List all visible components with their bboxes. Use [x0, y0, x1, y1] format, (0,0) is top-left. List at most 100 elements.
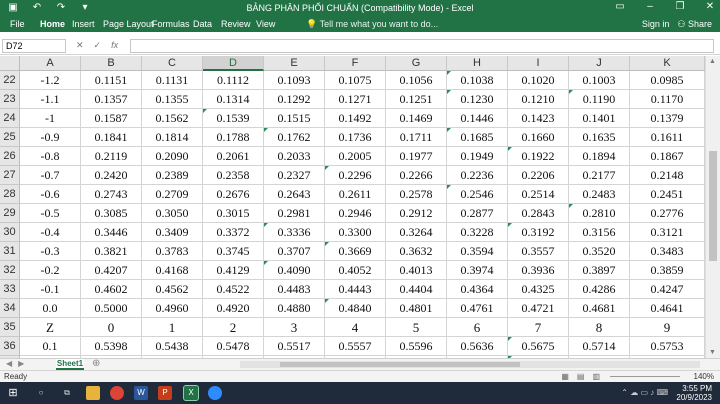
- table-cell[interactable]: 0.1056: [386, 71, 447, 90]
- table-cell[interactable]: -0.5: [20, 204, 81, 223]
- row-header[interactable]: 26: [0, 147, 20, 166]
- column-header-i[interactable]: I: [508, 56, 569, 71]
- normal-view-icon[interactable]: ▦: [561, 372, 569, 381]
- table-cell[interactable]: -0.2: [20, 261, 81, 280]
- row-header[interactable]: 33: [0, 280, 20, 299]
- select-all-corner[interactable]: [0, 56, 20, 71]
- table-cell[interactable]: 0.4522: [203, 280, 264, 299]
- table-cell[interactable]: 0.4840: [325, 299, 386, 318]
- table-cell[interactable]: 0.3015: [203, 204, 264, 223]
- table-cell[interactable]: 0.5675: [508, 337, 569, 356]
- table-cell[interactable]: 0.2148: [630, 166, 705, 185]
- powerpoint-icon[interactable]: P: [158, 386, 172, 400]
- table-cell[interactable]: 0.1151: [81, 71, 142, 90]
- table-cell[interactable]: 0.4641: [630, 299, 705, 318]
- table-cell[interactable]: 0.1292: [264, 90, 325, 109]
- table-cell[interactable]: 0.5000: [81, 299, 142, 318]
- table-cell[interactable]: 0.1977: [386, 147, 447, 166]
- table-cell[interactable]: 5: [386, 318, 447, 337]
- table-cell[interactable]: 0.5517: [264, 337, 325, 356]
- table-cell[interactable]: 0.4483: [264, 280, 325, 299]
- table-cell[interactable]: 0.2912: [386, 204, 447, 223]
- vertical-scrollbar[interactable]: ▲ ▼: [705, 56, 720, 358]
- table-cell[interactable]: 0.0: [20, 299, 81, 318]
- tab-insert[interactable]: Insert: [72, 19, 95, 29]
- insert-function-icon[interactable]: fx: [111, 40, 118, 51]
- vertical-scroll-thumb[interactable]: [709, 151, 717, 261]
- table-cell[interactable]: 0.1469: [386, 109, 447, 128]
- table-cell[interactable]: 0.3336: [264, 223, 325, 242]
- table-cell[interactable]: 0.1379: [630, 109, 705, 128]
- table-cell[interactable]: 0.4681: [569, 299, 630, 318]
- table-cell[interactable]: 0.1170: [630, 90, 705, 109]
- table-cell[interactable]: 0.2709: [142, 185, 203, 204]
- search-icon[interactable]: ○: [34, 386, 48, 400]
- tab-formulas[interactable]: Formulas: [152, 19, 190, 29]
- table-cell[interactable]: 0.4286: [569, 280, 630, 299]
- sheet-tab-sheet1[interactable]: Sheet1: [56, 359, 84, 370]
- table-cell[interactable]: 0.2327: [264, 166, 325, 185]
- task-view-icon[interactable]: ⧉: [60, 386, 74, 400]
- table-cell[interactable]: 0.2033: [264, 147, 325, 166]
- table-cell[interactable]: 0.1355: [142, 90, 203, 109]
- table-cell[interactable]: 0.3446: [81, 223, 142, 242]
- page-layout-view-icon[interactable]: ▤: [577, 372, 585, 381]
- table-cell[interactable]: 0.4880: [264, 299, 325, 318]
- table-cell[interactable]: 0.2090: [142, 147, 203, 166]
- table-cell[interactable]: 0.1314: [203, 90, 264, 109]
- table-cell[interactable]: 8: [569, 318, 630, 337]
- row-header[interactable]: 31: [0, 242, 20, 261]
- table-cell[interactable]: 0.4247: [630, 280, 705, 299]
- column-header-f[interactable]: F: [325, 56, 386, 71]
- table-cell[interactable]: 0.3707: [264, 242, 325, 261]
- table-cell[interactable]: 0.5438: [142, 337, 203, 356]
- table-cell[interactable]: 0.1949: [447, 147, 508, 166]
- table-cell[interactable]: 0.3859: [630, 261, 705, 280]
- word-icon[interactable]: W: [134, 386, 148, 400]
- column-header-b[interactable]: B: [81, 56, 142, 71]
- table-cell[interactable]: 0.3050: [142, 204, 203, 223]
- table-cell[interactable]: 0.1562: [142, 109, 203, 128]
- table-cell[interactable]: 7: [508, 318, 569, 337]
- table-cell[interactable]: 3: [264, 318, 325, 337]
- table-cell[interactable]: -0.1: [20, 280, 81, 299]
- table-cell[interactable]: 0.3974: [447, 261, 508, 280]
- table-cell[interactable]: 0.3300: [325, 223, 386, 242]
- table-cell[interactable]: 0.3483: [630, 242, 705, 261]
- table-cell[interactable]: 0.3897: [569, 261, 630, 280]
- scroll-down-icon[interactable]: ▼: [709, 349, 716, 356]
- tab-review[interactable]: Review: [221, 19, 251, 29]
- tab-home[interactable]: Home: [40, 19, 65, 29]
- table-cell[interactable]: 0.4364: [447, 280, 508, 299]
- table-cell[interactable]: 0.2389: [142, 166, 203, 185]
- table-cell[interactable]: 0.1635: [569, 128, 630, 147]
- table-cell[interactable]: -0.4: [20, 223, 81, 242]
- table-cell[interactable]: 0.1788: [203, 128, 264, 147]
- table-cell[interactable]: 6: [447, 318, 508, 337]
- table-cell[interactable]: 0.1038: [447, 71, 508, 90]
- row-header[interactable]: 29: [0, 204, 20, 223]
- row-header[interactable]: 22: [0, 71, 20, 90]
- table-cell[interactable]: 0.1251: [386, 90, 447, 109]
- column-header-h[interactable]: H: [447, 56, 508, 71]
- file-explorer-icon[interactable]: [86, 386, 100, 400]
- formula-input[interactable]: [130, 39, 714, 53]
- row-header[interactable]: 34: [0, 299, 20, 318]
- table-cell[interactable]: 0.1423: [508, 109, 569, 128]
- table-cell[interactable]: -0.7: [20, 166, 81, 185]
- horizontal-scroll-thumb[interactable]: [280, 362, 520, 367]
- table-cell[interactable]: 0.4721: [508, 299, 569, 318]
- windows-start-icon[interactable]: ⊞: [6, 386, 20, 400]
- share-button[interactable]: ⚇ Share: [677, 19, 712, 30]
- chrome-icon[interactable]: [110, 386, 124, 400]
- tab-file[interactable]: File: [10, 19, 25, 29]
- table-cell[interactable]: -1.1: [20, 90, 81, 109]
- table-cell[interactable]: 0.2451: [630, 185, 705, 204]
- close-icon[interactable]: ✕: [704, 1, 716, 12]
- table-cell[interactable]: 0.5398: [81, 337, 142, 356]
- table-cell[interactable]: 0.3557: [508, 242, 569, 261]
- table-cell[interactable]: 0.3821: [81, 242, 142, 261]
- row-header[interactable]: 24: [0, 109, 20, 128]
- column-header-c[interactable]: C: [142, 56, 203, 71]
- table-cell[interactable]: 0.2296: [325, 166, 386, 185]
